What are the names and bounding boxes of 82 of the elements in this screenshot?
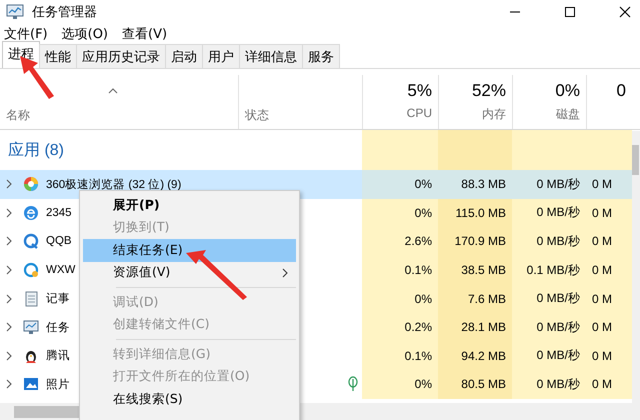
picture-icon	[23, 376, 39, 392]
expand-chevron-icon[interactable]	[6, 322, 12, 332]
annotation-arrow	[186, 250, 247, 300]
tab[interactable]: 用户	[202, 44, 240, 68]
process-name: QQB	[46, 235, 72, 248]
disk-cell: 0 MB/秒	[512, 342, 586, 370]
context-menu-item[interactable]: 资源值(V)	[83, 262, 296, 284]
table-cell	[586, 130, 632, 170]
column-header[interactable]: 5% CPU	[362, 75, 438, 129]
cpu-cell: 0%	[362, 370, 438, 399]
circle-icon	[23, 262, 39, 278]
cpu-cell: 0.1%	[362, 256, 438, 284]
memory-cell: 170.9 MB	[438, 227, 512, 256]
expand-chevron-icon[interactable]	[6, 179, 12, 190]
disk-cell: 0 MB/秒	[512, 198, 586, 228]
memory-cell: 88.3 MB	[438, 170, 512, 199]
menu-item[interactable]: 查看(V)	[122, 25, 168, 43]
context-menu-item[interactable]: 结束任务(E)	[83, 239, 296, 262]
cpu-cell: 0%	[362, 284, 438, 313]
column-header[interactable]: 状态	[238, 75, 362, 129]
column-header[interactable]: 0	[586, 75, 632, 129]
disk-cell: 0 MB/秒	[512, 170, 586, 199]
menu-item[interactable]: 选项(O)	[62, 25, 108, 43]
magnifier-icon	[23, 233, 39, 250]
network-cell: 0 M	[586, 256, 632, 284]
tab[interactable]: 应用历史记录	[76, 44, 166, 68]
process-name: WXW	[46, 264, 76, 276]
cpu-cell: 0.2%	[362, 312, 438, 342]
memory-cell: 38.5 MB	[438, 256, 512, 284]
disk-cell: 0.1 MB/秒	[512, 256, 586, 284]
monitor-icon	[23, 319, 39, 336]
disk-cell: 0 MB/秒	[512, 312, 586, 342]
process-name: 腾讯	[46, 348, 70, 364]
process-name: 任务	[46, 320, 70, 335]
expand-chevron-icon[interactable]	[6, 350, 12, 361]
cpu-cell: 0.1%	[362, 342, 438, 370]
expand-chevron-icon[interactable]	[6, 294, 12, 304]
memory-cell: 80.5 MB	[438, 370, 512, 399]
network-cell: 0 M	[586, 284, 632, 313]
expand-chevron-icon[interactable]	[6, 265, 12, 276]
cpu-cell: 2.6%	[362, 227, 438, 256]
disk-cell: 0 MB/秒	[512, 227, 586, 256]
network-cell: 0 M	[586, 370, 632, 399]
maximize-button[interactable]	[564, 6, 576, 18]
process-name: 360极速浏览器 (32 位) (9)	[46, 178, 182, 192]
process-name: 记事	[46, 292, 70, 306]
tab[interactable]: 性能	[39, 44, 77, 68]
app-monitor-icon	[6, 4, 24, 20]
group-heading: 应用 (8)	[8, 140, 64, 160]
memory-cell: 7.6 MB	[438, 284, 512, 313]
memory-cell: 94.2 MB	[438, 342, 512, 370]
network-cell: 0 M	[586, 312, 632, 342]
column-header[interactable]: 名称	[0, 75, 238, 129]
colorful-circle-icon	[23, 176, 39, 192]
disk-cell: 0 MB/秒	[512, 284, 586, 313]
tab[interactable]: 服务	[302, 44, 340, 68]
column-header[interactable]: 0% 磁盘	[512, 75, 586, 129]
close-button[interactable]	[619, 6, 631, 18]
expand-chevron-icon[interactable]	[6, 379, 12, 390]
expand-chevron-icon[interactable]	[6, 236, 12, 246]
memory-cell: 115.0 MB	[438, 198, 512, 228]
cpu-cell: 0%	[362, 198, 438, 228]
network-cell: 0 M	[586, 198, 632, 228]
tab[interactable]: 详细信息	[239, 44, 303, 68]
disk-cell: 0 MB/秒	[512, 370, 586, 399]
memory-cell: 28.1 MB	[438, 312, 512, 342]
window-title: 任务管理器	[32, 4, 97, 21]
cpu-cell: 0%	[362, 170, 438, 199]
network-cell: 0 M	[586, 227, 632, 256]
network-cell: 0 M	[586, 342, 632, 370]
vertical-scrollbar[interactable]	[632, 131, 640, 420]
context-menu-item[interactable]: 在线搜索(S)	[83, 388, 296, 410]
process-name: 照片	[46, 378, 70, 392]
globe-icon	[23, 204, 39, 221]
column-header[interactable]: 52% 内存	[438, 75, 512, 129]
process-name: 2345	[46, 206, 72, 219]
network-cell: 0 M	[586, 170, 632, 199]
sort-caret-icon[interactable]	[108, 88, 118, 94]
expand-chevron-icon[interactable]	[6, 208, 12, 218]
menu-item[interactable]: 文件(F)	[4, 25, 48, 43]
notepad-icon	[23, 290, 39, 307]
tab[interactable]: 启动	[165, 44, 203, 68]
